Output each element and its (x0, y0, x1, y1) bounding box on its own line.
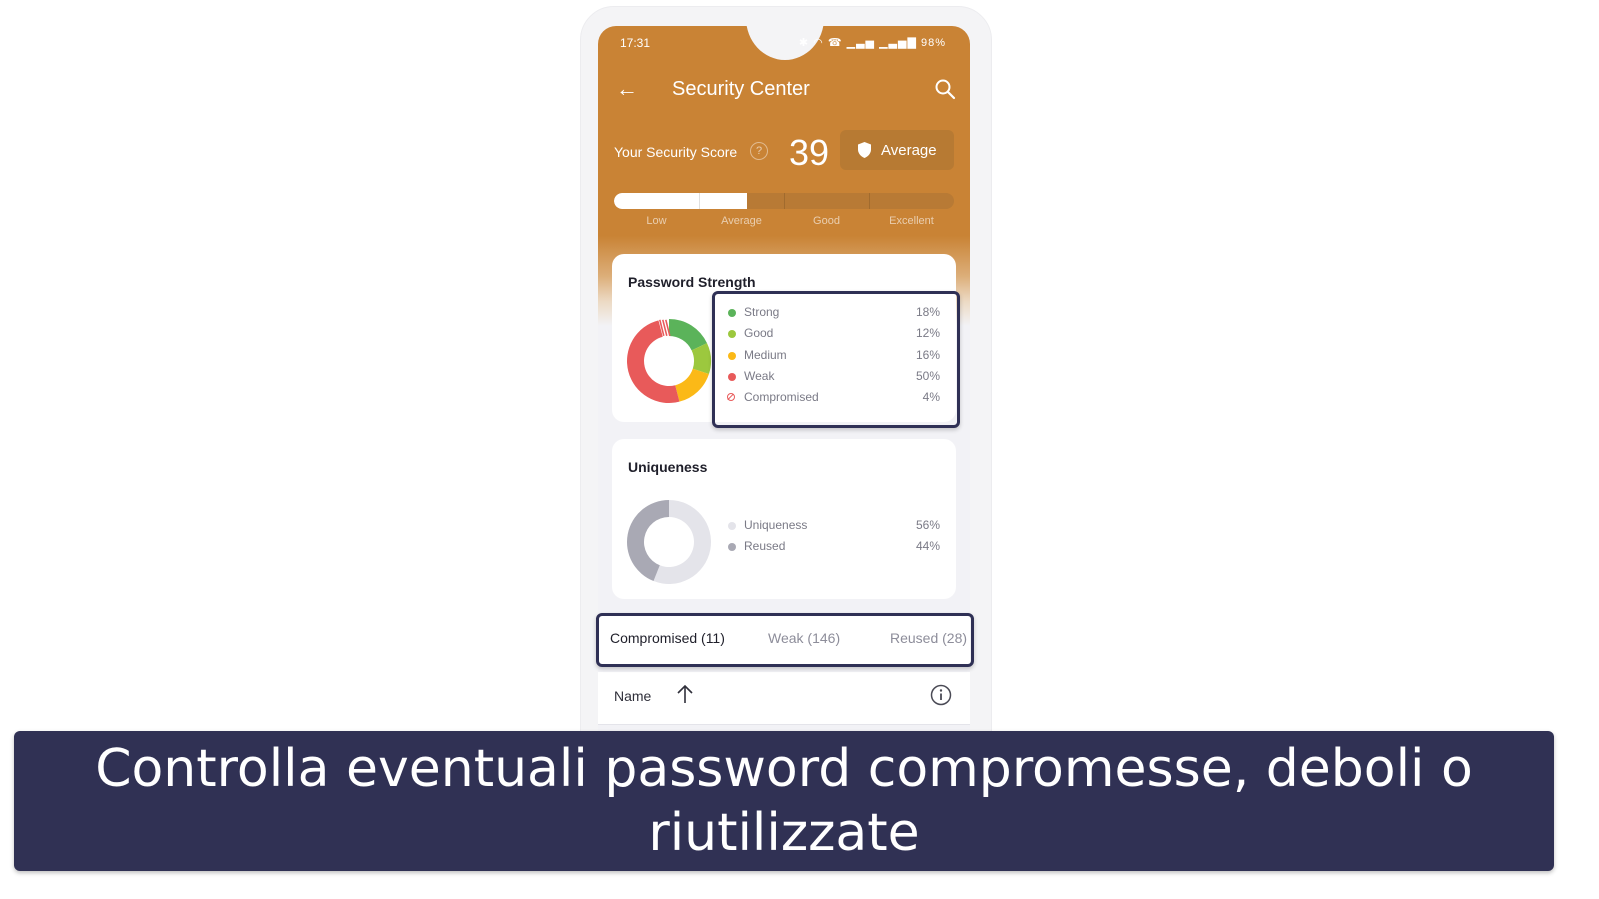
page-title: Security Center (672, 78, 810, 100)
progress-divider (784, 193, 785, 209)
legend-dot (728, 543, 736, 552)
legend-label: Medium (744, 347, 787, 362)
legend-value: 44% (915, 539, 940, 554)
card-title: Password Strength (628, 274, 756, 290)
tab-compromised[interactable]: Compromised (11) (610, 630, 725, 646)
legend-dot (728, 351, 736, 360)
legend-item-strong: Strong 18% (728, 304, 940, 325)
level-good: Good (813, 215, 840, 227)
legend-item-weak: Weak 50% (728, 368, 940, 389)
legend-value: 12% (915, 326, 940, 341)
help-icon[interactable]: ? (750, 142, 768, 160)
legend-value: 50% (915, 368, 940, 383)
card-title: Uniqueness (628, 459, 708, 475)
password-strength-legend: Strong 18% Good 12% Medium 16% Weak 50% … (727, 304, 940, 410)
legend-label: Weak (744, 368, 775, 383)
uniqueness-legend: Uniqueness 56% Reused 44% (728, 517, 940, 560)
level-low: Low (646, 215, 667, 227)
signal-icon: ▁▃▅ (846, 37, 875, 49)
shield-icon (858, 142, 871, 158)
legend-item-uniqueness: Uniqueness 56% (728, 517, 940, 538)
legend-label: Good (744, 326, 774, 341)
legend-value: 56% (915, 518, 940, 532)
level-average: Average (721, 215, 762, 227)
legend-value: 16% (915, 347, 940, 362)
password-strength-slice-medium (675, 368, 709, 402)
tab-weak[interactable]: Weak (146) (768, 630, 840, 646)
legend-dot (728, 330, 736, 339)
security-score-row: Your Security Score ? 39 Average (598, 130, 970, 174)
password-strength-donut-chart (627, 319, 711, 403)
status-time: 17:31 (620, 36, 651, 50)
legend-item-good: Good 12% (728, 325, 940, 346)
progress-divider (699, 193, 700, 209)
sort-by-name[interactable]: Name (614, 688, 651, 704)
status-bar: 17:31 ✱ ◠ ☎ ▁▃▅ ▁▃▅▇ 98% (598, 34, 970, 54)
score-level-labels: Low Average Good Excellent (614, 215, 954, 229)
signal-icon: ▁▃▅▇ (879, 37, 917, 49)
bluetooth-icon: ✱ (798, 37, 810, 49)
arrow-up-icon[interactable] (676, 683, 694, 705)
legend-dot (728, 522, 736, 530)
volte-icon: ☎ (827, 37, 843, 49)
uniqueness-card[interactable]: Uniqueness Uniqueness 56% Reused 44% (612, 439, 956, 599)
search-icon[interactable] (934, 78, 956, 100)
security-score-label: Your Security Score (614, 144, 738, 160)
status-icons: ✱ ◠ ☎ ▁▃▅ ▁▃▅▇ 98% (799, 36, 946, 49)
security-score-value: 39 (789, 132, 830, 173)
legend-label: Reused (744, 539, 786, 554)
progress-divider (869, 193, 870, 209)
level-excellent: Excellent (889, 215, 934, 227)
password-strength-slice-strong (669, 319, 708, 351)
legend-dot (728, 372, 736, 381)
legend-value: 18% (915, 305, 940, 319)
phone-screen: 17:31 ✱ ◠ ☎ ▁▃▅ ▁▃▅▇ 98% ← Security Cent… (598, 26, 970, 736)
battery-level: 98% (920, 37, 946, 49)
prohibited-icon (727, 393, 735, 402)
wifi-icon: ◠ (813, 37, 824, 49)
legend-dot (728, 309, 736, 317)
legend-label: Compromised (744, 390, 819, 405)
legend-value: 4% (922, 390, 940, 405)
score-level-label: Average (881, 142, 937, 159)
list-header: Name (598, 672, 970, 725)
score-level-badge: Average (840, 130, 954, 170)
password-issue-tabs: Compromised (11) Weak (146) Reused (28) (598, 614, 970, 666)
info-icon[interactable] (930, 684, 952, 706)
security-score-progress (614, 193, 954, 209)
legend-item-reused: Reused 44% (728, 538, 940, 559)
tab-reused[interactable]: Reused (28) (890, 630, 967, 646)
security-score-progress-fill (614, 193, 747, 209)
caption-text: Controlla eventuali password compromesse… (95, 739, 1473, 863)
legend-item-medium: Medium 16% (728, 347, 940, 368)
legend-label: Strong (744, 305, 780, 319)
caption-banner: Controlla eventuali password compromesse… (14, 731, 1554, 871)
app-bar: ← Security Center (598, 72, 970, 108)
legend-item-compromised: Compromised 4% (727, 389, 940, 410)
password-strength-card[interactable]: Password Strength Strong 18% Good 12% Me… (612, 254, 956, 422)
legend-label: Uniqueness (744, 518, 808, 532)
uniqueness-donut-chart (627, 500, 711, 584)
arrow-left-icon[interactable]: ← (616, 76, 638, 102)
